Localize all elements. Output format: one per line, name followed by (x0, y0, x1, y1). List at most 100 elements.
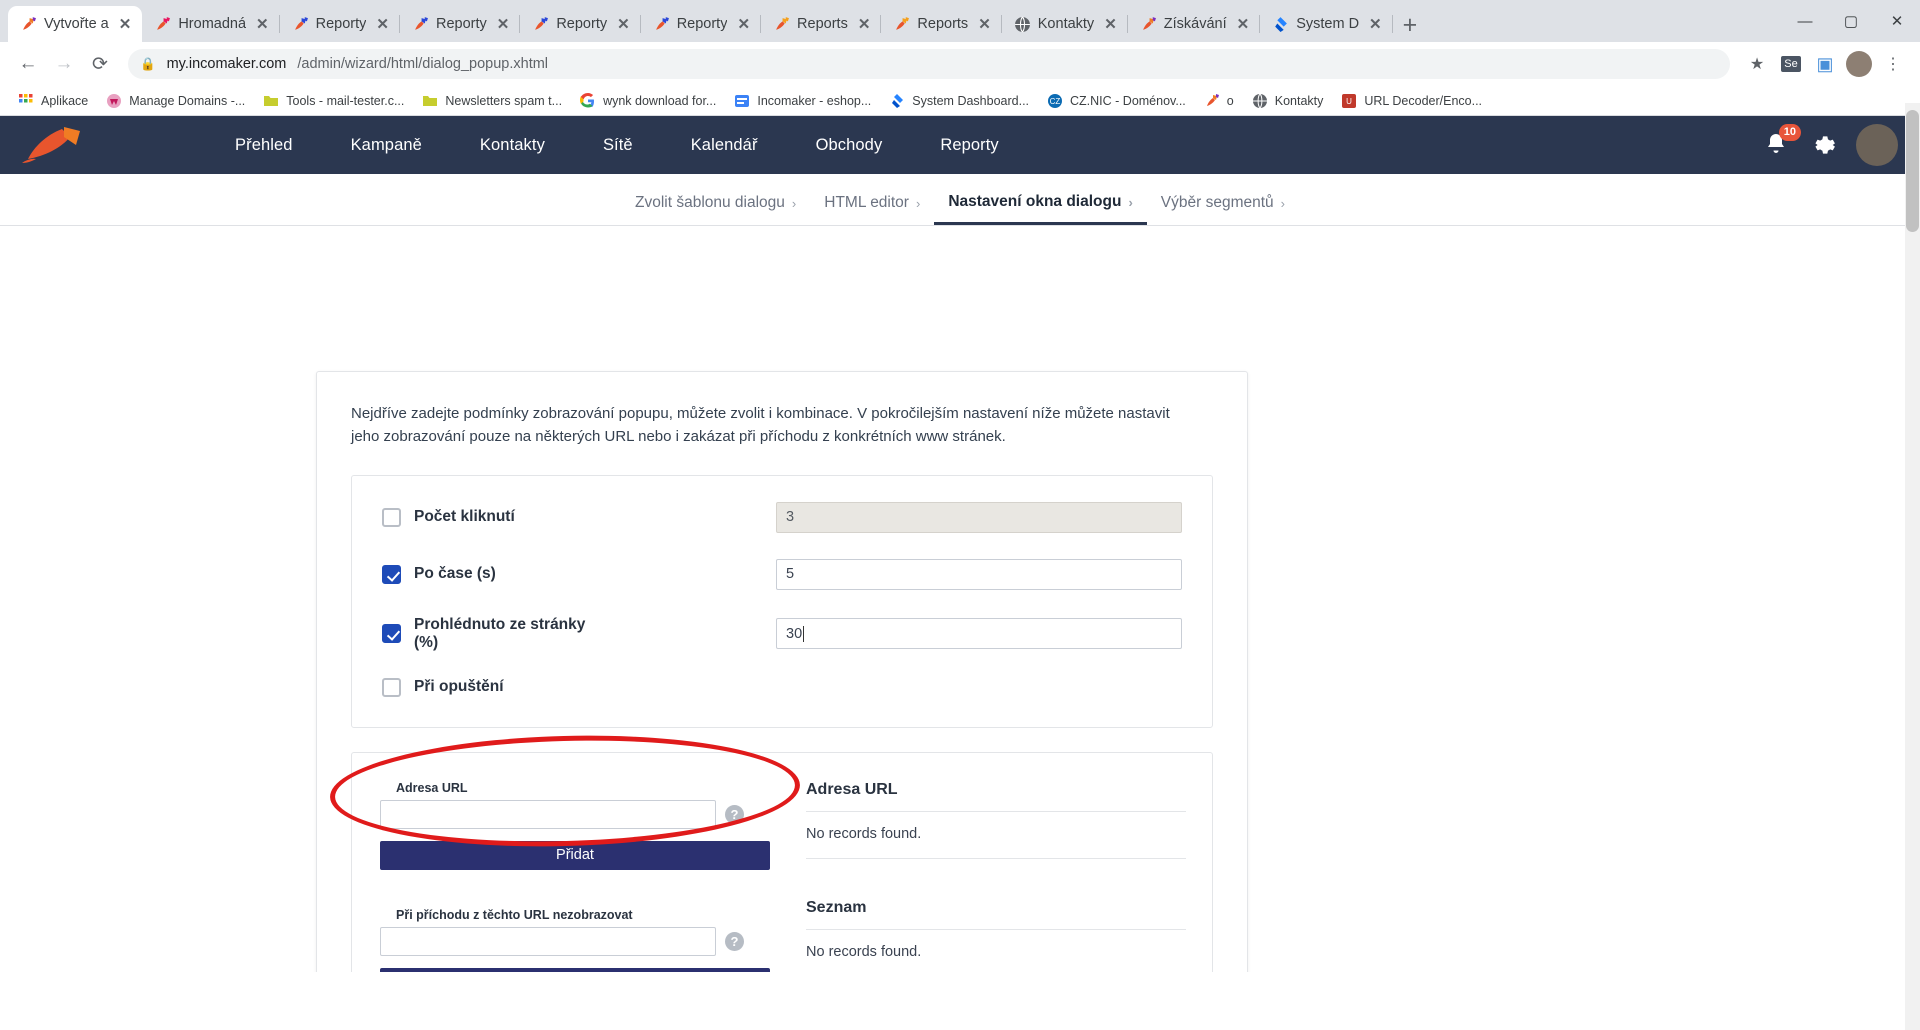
page-scrollbar-track[interactable] (1905, 103, 1920, 1030)
browser-menu-icon[interactable]: ⋮ (1878, 49, 1908, 79)
url-path: /admin/wizard/html/dialog_popup.xhtml (297, 56, 549, 72)
browser-tab[interactable]: Reports ✕ (881, 6, 1002, 42)
tab-close-icon[interactable]: ✕ (253, 15, 272, 34)
extension-blue-icon[interactable]: ▣ (1810, 49, 1840, 79)
question-mark-icon[interactable]: ? (725, 804, 744, 824)
forward-button[interactable]: → (48, 48, 80, 80)
input-pocet-kliknuti[interactable]: 3 (776, 501, 1182, 533)
tab-close-icon[interactable]: ✕ (614, 15, 633, 34)
tab-close-icon[interactable]: ✕ (1101, 15, 1120, 34)
checkbox-prohlednuto[interactable] (382, 624, 401, 643)
nav-item-site[interactable]: Sítě (574, 136, 662, 155)
browser-tab[interactable]: Reports ✕ (761, 6, 882, 42)
input-po-case[interactable]: 5 (776, 558, 1182, 590)
browser-tab[interactable]: Vytvořte a ✕ (8, 6, 143, 42)
url-settings-panel: Adresa URL ? Přidat Při příchodu z těcht… (351, 751, 1213, 972)
browser-tab[interactable]: Reporty ✕ (641, 6, 762, 42)
minimize-button[interactable]: — (1782, 4, 1828, 38)
browser-tab[interactable]: Hromadná ✕ (142, 6, 280, 42)
profile-avatar[interactable] (1844, 49, 1874, 79)
notifications-button[interactable]: 10 (1764, 124, 1801, 158)
checkbox-pri-opusteni[interactable] (382, 677, 401, 697)
nav-item-kalendar[interactable]: Kalendář (662, 136, 787, 155)
chevron-right-icon: › (1128, 194, 1133, 210)
tab-close-icon[interactable]: ✕ (373, 15, 392, 34)
apps-grid-icon (19, 93, 33, 102)
tab-close-icon[interactable]: ✕ (975, 15, 994, 34)
page-scrollbar-thumb[interactable] (1906, 110, 1919, 232)
input-prohlednuto[interactable]: 30 (776, 618, 1182, 649)
question-mark-icon[interactable]: ? (725, 931, 744, 951)
bookmarks-bar: Aplikace Manage Domains -... Tools - mai… (0, 86, 1920, 116)
condition-label: Počet kliknutí (414, 508, 515, 525)
checkbox-pocet-kliknuti[interactable] (382, 507, 401, 527)
input-value: 5 (786, 566, 795, 582)
browser-tab[interactable]: Reporty ✕ (280, 6, 400, 42)
url-domain: my.incomaker.com (166, 56, 287, 72)
maximize-button[interactable]: ▢ (1828, 4, 1874, 38)
browser-tab[interactable]: System D ✕ (1260, 6, 1393, 42)
bookmark-star-icon[interactable]: ★ (1742, 49, 1772, 79)
tab-title: Kontakty (1037, 16, 1095, 32)
svg-text:CZ: CZ (1050, 97, 1061, 106)
bookmark-item[interactable]: Aplikace (10, 90, 96, 112)
chevron-right-icon: › (915, 195, 921, 211)
block-url-button[interactable]: Přidat (380, 967, 770, 972)
svg-text:U: U (1346, 97, 1352, 106)
nav-item-reporty[interactable]: Reporty (911, 136, 1027, 155)
gear-icon[interactable] (1810, 132, 1836, 158)
new-tab-button[interactable]: + (1393, 13, 1428, 42)
bookmark-item[interactable]: Incomaker - eshop... (726, 90, 879, 112)
wizard-steps: Zvolit šablonu dialogu › HTML editor › N… (0, 174, 1920, 226)
add-url-button[interactable]: Přidat (380, 840, 770, 870)
wizard-step-html-editor[interactable]: HTML editor › (810, 194, 934, 225)
add-url-input[interactable] (380, 799, 716, 829)
bookmark-item[interactable]: U URL Decoder/Enco... (1333, 90, 1490, 112)
nav-item-kampane[interactable]: Kampaně (322, 136, 451, 155)
incomaker-rocket-icon (23, 16, 36, 30)
user-avatar[interactable] (1856, 124, 1898, 166)
tab-close-icon[interactable]: ✕ (116, 15, 135, 34)
bookmark-item[interactable]: System Dashboard... (881, 90, 1037, 112)
wizard-step-label: Nastavení okna dialogu (948, 193, 1122, 210)
input-value: 30 (786, 625, 803, 642)
folder-icon (423, 95, 438, 106)
browser-tab[interactable]: Reporty ✕ (400, 6, 521, 42)
url-decoder-icon: U (1342, 93, 1357, 108)
block-url-input[interactable] (380, 926, 716, 956)
wizard-step-nastaveni-okna[interactable]: Nastavení okna dialogu › (934, 193, 1147, 225)
bookmark-item[interactable]: wynk download for... (572, 90, 724, 112)
wizard-step-zvolit-sablonu[interactable]: Zvolit šablonu dialogu › (621, 194, 810, 225)
nav-item-kontakty[interactable]: Kontakty (451, 136, 574, 155)
list-title-seznam: Seznam (806, 899, 1186, 930)
nav-item-prehled[interactable]: Přehled (206, 136, 322, 155)
bookmark-item[interactable]: Kontakty (1244, 90, 1332, 112)
bookmark-item[interactable]: CZ CZ.NIC - Doménov... (1039, 90, 1194, 112)
bookmark-label: Kontakty (1274, 93, 1324, 108)
wizard-step-vyber-segmentu[interactable]: Výběr segmentů › (1147, 194, 1299, 225)
jira-icon (1275, 16, 1288, 32)
browser-tab[interactable]: Kontakty ✕ (1002, 6, 1128, 42)
address-bar[interactable]: 🔒 my.incomaker.com/admin/wizard/html/dia… (128, 49, 1730, 79)
tab-close-icon[interactable]: ✕ (1234, 15, 1253, 34)
tab-close-icon[interactable]: ✕ (855, 15, 874, 34)
tab-close-icon[interactable]: ✕ (1366, 15, 1385, 34)
checkbox-po-case[interactable] (382, 564, 401, 584)
avatar (1846, 51, 1872, 77)
incomaker-rocket-orange-icon (896, 16, 910, 30)
reload-button[interactable]: ⟳ (84, 48, 116, 80)
browser-tab[interactable]: Reporty ✕ (520, 6, 641, 42)
nav-item-obchody[interactable]: Obchody (787, 136, 912, 155)
browser-tab[interactable]: Získávání ✕ (1128, 6, 1261, 42)
incomaker-logo[interactable] (22, 125, 96, 165)
bookmark-item[interactable]: Tools - mail-tester.c... (255, 90, 412, 112)
extension-se-icon[interactable]: Se (1776, 49, 1806, 79)
tab-title: Reporty (315, 16, 367, 32)
bookmark-item[interactable]: Newsletters spam t... (414, 90, 570, 112)
tab-close-icon[interactable]: ✕ (494, 15, 513, 34)
back-button[interactable]: ← (12, 48, 44, 80)
close-window-button[interactable]: ✕ (1874, 4, 1920, 38)
tab-close-icon[interactable]: ✕ (734, 15, 753, 34)
bookmark-item[interactable]: Manage Domains -... (98, 90, 253, 112)
bookmark-item[interactable]: o (1196, 90, 1242, 112)
